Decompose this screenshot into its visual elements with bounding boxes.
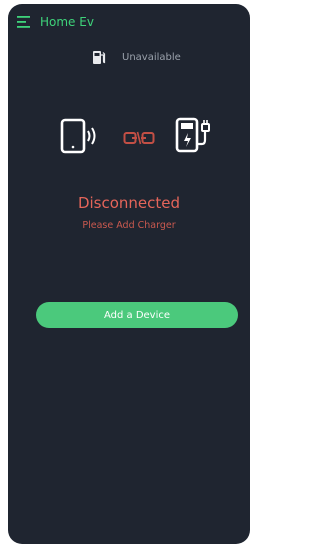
top-bar: Home Ev (8, 4, 250, 44)
status-text: Unavailable (122, 52, 181, 63)
hamburger-menu-icon[interactable] (17, 16, 30, 28)
ev-charger-icon (175, 117, 210, 153)
broken-link-icon (123, 131, 155, 145)
connection-status-subtitle: Please Add Charger (82, 220, 176, 231)
app-screen: Home Ev Unavailable Disconnected Please … (8, 4, 250, 544)
app-title: Home Ev (40, 15, 94, 29)
connection-status-title: Disconnected (77, 194, 181, 212)
fuel-pump-icon (93, 51, 106, 64)
charger-status: Unavailable (8, 48, 250, 68)
add-device-button[interactable]: Add a Device (36, 302, 238, 328)
tablet-wireless-icon (60, 118, 96, 154)
connection-diagram (8, 116, 250, 160)
